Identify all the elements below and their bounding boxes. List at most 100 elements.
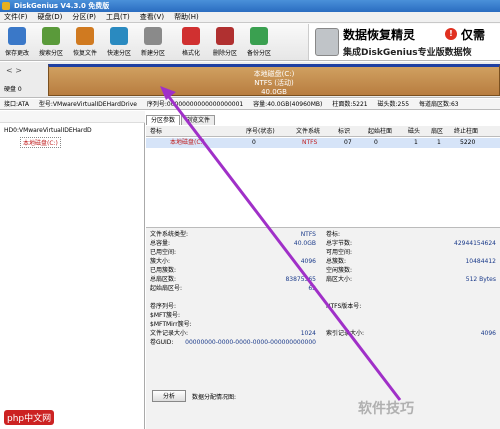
- fs-info-l: 已用簇数:: [150, 267, 177, 274]
- fs-info-l: 文件记录大小:: [150, 330, 189, 337]
- toolbar-button-6[interactable]: 删除分区: [210, 25, 240, 59]
- grid-col-header[interactable]: 卷标: [150, 126, 162, 137]
- fs-info-row: 已用空间: 可用空间:: [146, 248, 500, 257]
- menu-item-0[interactable]: 文件(F): [4, 12, 28, 22]
- toolbar-button-1[interactable]: 搜索分区: [36, 25, 66, 59]
- fs-info-v: 4096: [300, 258, 316, 265]
- tab-0[interactable]: 分区参数: [146, 115, 181, 125]
- fs-info-l2: 可用空间:: [326, 249, 353, 256]
- fs-info-row: 总容量: 40.0GB 总字节数: 42944154624: [146, 239, 500, 248]
- fs-info-v: 40.0GB: [293, 240, 316, 247]
- menu-item-4[interactable]: 查看(V): [140, 12, 164, 22]
- tab-1[interactable]: 浏览文件: [181, 115, 216, 125]
- tree-partition-node[interactable]: 本地磁盘(C:): [20, 137, 61, 148]
- detail-pane: 分区参数 浏览文件 卷标 序号(状态) 文件系统 标识 起始柱面 磁头 扇区 终止柱面 本地磁盘…: [146, 111, 500, 429]
- partition-bar[interactable]: 本地磁盘(C:) NTFS (活动) 40.0GB: [48, 64, 500, 96]
- grid-cell: NTFS: [302, 139, 318, 146]
- alloc-label: 数据分配情况图:: [192, 394, 237, 401]
- toolbar-button-7[interactable]: 备份分区: [244, 25, 274, 59]
- fs-info-l: $MFT簇号:: [150, 312, 181, 319]
- fs-info-l2: 卷标:: [326, 231, 341, 238]
- table-row[interactable]: 本地磁盘(C:) 0 NTFS 07 0 1 1 5220: [146, 138, 500, 148]
- fs-info-row: 卷GUID: 00000000-0000-0000-0000-0000000000…: [146, 338, 500, 347]
- fs-info-v2: 10484412: [465, 258, 496, 265]
- toolbar-label: 删除分区: [212, 50, 237, 57]
- fs-info-l: 总容量:: [150, 240, 171, 247]
- fs-info-row: 簇大小: 4096 总簇数: 10484412: [146, 257, 500, 266]
- grid-col-header[interactable]: 磁头: [408, 126, 420, 137]
- toolbar-label: 格式化: [181, 50, 200, 57]
- fs-info-v2: 4096: [480, 330, 496, 337]
- grid-col-header[interactable]: 扇区: [431, 126, 443, 137]
- tree-disk-node[interactable]: HD0:VMwareVirtualIDEHardD: [4, 127, 92, 134]
- toolbar-button-4[interactable]: 新建分区: [138, 25, 168, 59]
- grid-cell: 本地磁盘(C:): [170, 139, 205, 146]
- hard-disk-icon: [315, 28, 339, 56]
- toolbar-button-5[interactable]: 格式化: [176, 25, 206, 59]
- fs-info-v: NTFS: [300, 231, 316, 238]
- grid-cell: 1: [437, 139, 441, 146]
- menu-item-3[interactable]: 工具(T): [106, 12, 130, 22]
- disk-label: 硬盘 0: [4, 86, 22, 93]
- grid-cell: 0: [252, 139, 256, 146]
- partition-grid-header: 卷标 序号(状态) 文件系统 标识 起始柱面 磁头 扇区 终止柱面: [146, 126, 500, 137]
- cylinders: 柱面数:5221: [332, 101, 368, 108]
- banner-price: 仅需: [461, 28, 486, 42]
- fs-info-l2: 扇区大小:: [326, 276, 353, 283]
- toolbar-button-0[interactable]: 保存更改: [2, 25, 32, 59]
- fs-info-l2: NTFS版本号:: [326, 303, 362, 310]
- fs-info-l: 卷序列号:: [150, 303, 177, 310]
- fs-info-l: 已用空间:: [150, 249, 177, 256]
- partition-fs: NTFS (活动): [254, 79, 294, 87]
- menu-bar: 文件(F) 硬盘(D) 分区(P) 工具(T) 查看(V) 帮助(H): [0, 12, 500, 23]
- toolbar-label: 快速分区: [106, 50, 131, 57]
- fs-info-l2: 总簇数:: [326, 258, 347, 265]
- fs-info-l: 总扇区数:: [150, 276, 177, 283]
- fs-info-v: 00000000-0000-0000-0000-000000000000: [185, 339, 316, 346]
- menu-item-2[interactable]: 分区(P): [72, 12, 96, 22]
- toolbar-icon: [42, 27, 60, 45]
- grid-col-header[interactable]: 文件系统: [296, 126, 320, 137]
- fs-info-row: $MFTMirr簇号:: [146, 320, 500, 329]
- fs-info-v2: 42944154624: [454, 240, 496, 247]
- grid-col-header[interactable]: 起始柱面: [368, 126, 392, 137]
- toolbar-icon: [216, 27, 234, 45]
- toolbar-button-2[interactable]: 恢复文件: [70, 25, 100, 59]
- menu-item-5[interactable]: 帮助(H): [174, 12, 199, 22]
- ad-banner[interactable]: 数据恢复精灵 集成DiskGenius专业版数据恢 ! 仅需: [308, 24, 500, 60]
- disk-info-bar: 接口:ATA 型号:VMwareVirtualIDEHardDrive 序列号:…: [0, 99, 500, 110]
- fs-info-row: 总扇区数: 83875365 扇区大小: 512 Bytes: [146, 275, 500, 284]
- site-logo: php中文网: [4, 410, 55, 425]
- fs-info-row: 已用簇数: 空闲簇数:: [146, 266, 500, 275]
- grid-cell: 07: [344, 139, 352, 146]
- grid-col-header[interactable]: 终止柱面: [454, 126, 478, 137]
- grid-cell: 0: [374, 139, 378, 146]
- app-icon: [2, 2, 10, 10]
- partition-size: 40.0GB: [261, 88, 287, 96]
- toolbar-icon: [144, 27, 162, 45]
- fs-info-l2: 总字节数:: [326, 240, 353, 247]
- toolbar-label: 备份分区: [246, 50, 271, 57]
- toolbar-icon: [8, 27, 26, 45]
- fs-info-l: 簇大小:: [150, 258, 171, 265]
- menu-item-1[interactable]: 硬盘(D): [38, 12, 63, 22]
- fs-info-l: 文件系统类型:: [150, 231, 189, 238]
- iface: 接口:ATA: [4, 101, 29, 108]
- tree-header: [0, 111, 145, 123]
- toolbar-button-3[interactable]: 快速分区: [104, 25, 134, 59]
- heads: 磁头数:255: [377, 101, 410, 108]
- sectors: 每道扇区数:63: [418, 101, 459, 108]
- serial: 序列号:00000000000000000001: [146, 101, 244, 108]
- fs-info-row: 卷序列号: NTFS版本号:: [146, 302, 500, 311]
- bottom-panel: 分析 数据分配情况图:: [146, 387, 500, 429]
- title-bar: DiskGenius V4.3.0 免费版: [0, 0, 500, 12]
- analyze-button[interactable]: 分析: [152, 390, 186, 402]
- fs-info-l: $MFTMirr簇号:: [150, 321, 192, 328]
- toolbar-icon: [182, 27, 200, 45]
- disk-tree: HD0:VMwareVirtualIDEHardD 本地磁盘(C:): [0, 111, 145, 429]
- fs-info-panel: 文件系统类型: NTFS 卷标: 总容量: 40.0GB 总字节数: 42944154624…: [146, 227, 500, 397]
- fs-info-row: 文件系统类型: NTFS 卷标:: [146, 230, 500, 239]
- grid-col-header[interactable]: 标识: [338, 126, 350, 137]
- grid-col-header[interactable]: 序号(状态): [246, 126, 275, 137]
- disk-nav-arrows[interactable]: < >: [6, 66, 22, 75]
